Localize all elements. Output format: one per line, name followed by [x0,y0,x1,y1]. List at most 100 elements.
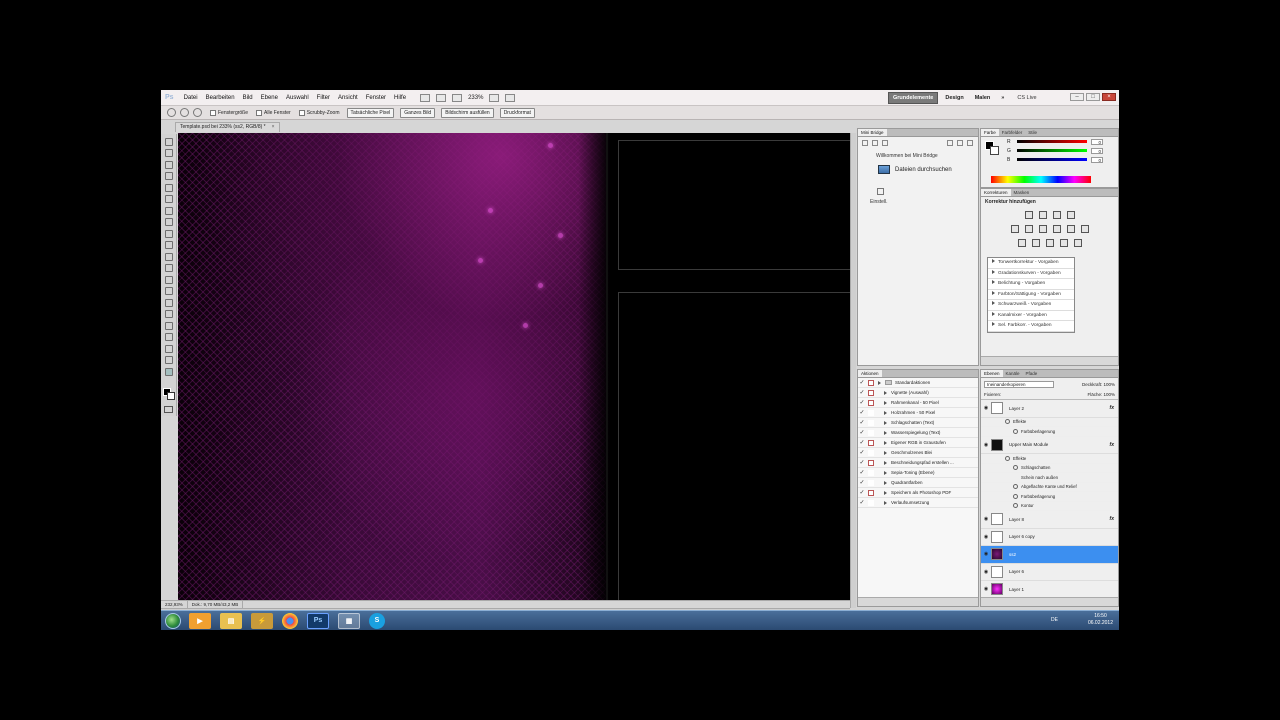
action-row[interactable]: ✓ Schlagschatten (Text) [858,418,978,428]
effects-row[interactable]: Effekte [981,418,1118,427]
zoom-level-select[interactable]: 233% [468,95,483,101]
pen-tool-icon[interactable] [164,298,173,307]
menu-hilfe[interactable]: Hilfe [390,95,410,101]
action-row[interactable]: ✓ Speichern als Photoshop PDF [858,488,978,498]
forward-icon[interactable] [872,140,878,146]
eye-icon[interactable]: ◉ [981,442,991,448]
background-color-swatch[interactable] [167,392,175,400]
search-icon[interactable] [967,140,973,146]
effect-row[interactable]: Schlagschatten [981,464,1118,473]
green-slider[interactable] [1017,149,1087,152]
action-row[interactable]: ✓ Sepia-Toning (Ebene) [858,468,978,478]
layer-row[interactable]: ◉ Layer 1 [981,581,1118,599]
invert-icon[interactable] [1017,239,1026,247]
layer-row[interactable]: ◉ Layer 6 copy [981,529,1118,546]
tab-farbfelder[interactable]: Farbfelder [999,129,1026,136]
effect-row[interactable]: Schein nach außen [981,473,1118,483]
hue-saturation-icon[interactable] [1024,225,1033,233]
action-row[interactable]: ✓ Eigener RGB in Graustufen [858,438,978,448]
arrange-documents-icon[interactable] [489,93,500,102]
back-icon[interactable] [862,140,868,146]
launch-bridge-icon[interactable] [420,93,431,102]
brightness-contrast-icon[interactable] [1024,211,1033,219]
maximize-icon[interactable]: □ [1086,93,1100,101]
eye-icon[interactable]: ◉ [981,551,991,557]
menu-filter[interactable]: Filter [313,95,334,101]
zoom-in-icon[interactable] [180,108,189,117]
tab-korrekturen[interactable]: Korrekturen [981,189,1011,196]
type-tool-icon[interactable] [164,310,173,318]
color-balance-icon[interactable] [1038,225,1047,233]
tools-icon[interactable] [947,140,953,146]
threshold-icon[interactable] [1045,239,1054,247]
menu-bearbeiten[interactable]: Bearbeiten [202,95,239,101]
preset-item[interactable]: Farbton/Sättigung - Vorgaben [988,290,1074,300]
action-row[interactable]: ✓ Geschmolzenes Blei [858,448,978,458]
status-zoom[interactable]: 232,93% [161,601,188,608]
workspace-design[interactable]: Design [941,93,967,103]
fill-value[interactable]: 100% [1103,392,1115,397]
blue-slider[interactable] [1017,158,1087,161]
close-document-icon[interactable]: × [272,124,275,130]
all-windows-checkbox[interactable]: Alle Fenster [256,109,291,116]
curves-icon[interactable] [1052,211,1061,219]
dodge-tool-icon[interactable] [164,287,173,295]
clock[interactable]: 16:50 06.02.2012 [1088,613,1113,627]
brush-tool-icon[interactable] [164,218,173,226]
history-brush-tool-icon[interactable] [164,241,173,249]
color-background-swatch[interactable] [990,146,999,155]
winamp-icon[interactable]: ⚡ [251,612,273,629]
crop-tool-icon[interactable] [164,183,173,192]
marquee-tool-icon[interactable] [164,149,173,157]
green-value[interactable]: 0 [1091,147,1103,154]
gradient-tool-icon[interactable] [164,264,173,272]
3d-rotate-tool-icon[interactable] [164,344,173,353]
eye-icon[interactable]: ◉ [981,516,991,522]
cs-live-button[interactable]: CS Live [1017,95,1036,101]
menu-bild[interactable]: Bild [239,95,257,101]
workspace-grundelemente[interactable]: Grundelemente [888,92,939,104]
action-row[interactable]: ✓ Wasserspiegelung (Text) [858,428,978,438]
clone-stamp-tool-icon[interactable] [164,229,173,238]
launch-minibridge-icon[interactable] [436,93,447,102]
menu-datei[interactable]: Datei [180,95,202,101]
fx-icon[interactable]: fx [1110,442,1114,448]
document-canvas[interactable] [178,133,850,600]
settings-label[interactable]: Einstell. [870,199,978,205]
canvas-vertical-scrollbar[interactable] [850,133,856,608]
view-extras-icon[interactable] [452,93,463,102]
selective-color-icon[interactable] [1073,239,1082,247]
healing-brush-tool-icon[interactable] [164,206,173,215]
preset-item[interactable]: Kanalmixer - Vorgaben [988,311,1074,321]
preset-item[interactable]: Schwarzweiß - Vorgaben [988,300,1074,311]
skype-icon[interactable]: S [369,612,385,629]
explorer-icon[interactable]: ▤ [220,612,242,629]
posterize-icon[interactable] [1031,239,1040,247]
action-row[interactable]: ✓ Holzrahmen - 50 Pixel [858,408,978,418]
hand-tool-icon[interactable] [164,356,173,364]
tab-kanaele[interactable]: Kanäle [1003,370,1023,377]
layer-row[interactable]: ◉ Layer 2 fx [981,400,1118,418]
photoshop-icon[interactable]: Ps [307,612,329,629]
layer-row[interactable]: ◉ Layer 8 fx [981,511,1118,529]
close-icon[interactable]: × [1102,93,1116,101]
zoom-tool-icon[interactable] [167,108,176,117]
preset-item[interactable]: Belichtung - Vorgaben [988,279,1074,290]
fx-icon[interactable]: fx [1110,516,1114,522]
resize-windows-checkbox[interactable]: Fenstergröße [210,109,248,116]
channel-mixer-icon[interactable] [1080,225,1089,233]
action-row[interactable]: ✓ Quadrantfarben [858,478,978,488]
opacity-value[interactable]: 100% [1103,382,1115,387]
app-icon[interactable]: ▦ [338,612,360,629]
layer-row[interactable]: ◉ Layer 6 [981,564,1118,581]
photo-filter-icon[interactable] [1066,225,1075,233]
zoom-out-icon[interactable] [193,108,202,117]
blur-tool-icon[interactable] [164,275,173,284]
home-icon[interactable] [882,140,888,146]
actual-pixels-button[interactable]: Tatsächliche Pixel [346,107,395,118]
action-row[interactable]: ✓ Vignette (Auswahl) [858,388,978,398]
chrome-icon[interactable] [282,612,298,629]
red-value[interactable]: 0 [1091,138,1103,145]
vibrance-icon[interactable] [1010,225,1019,233]
tab-masken[interactable]: Masken [1011,189,1033,196]
